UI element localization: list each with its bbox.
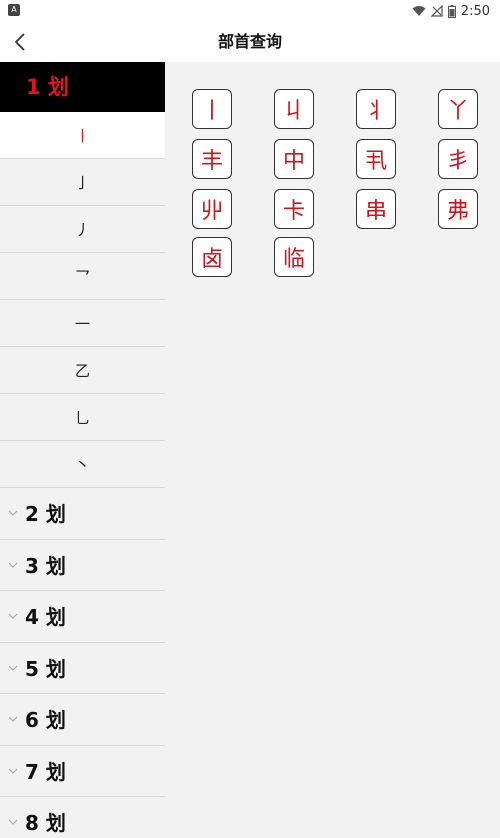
stroke-group-list: 2 划 3 划 4 划 5 划 6 划 7 划 8 划	[0, 488, 165, 838]
signal-icon	[430, 5, 443, 17]
stroke-group-header[interactable]: 2 划	[0, 488, 165, 540]
stroke-group-header[interactable]: 5 划	[0, 642, 165, 694]
stroke-item[interactable]: 一	[0, 300, 165, 347]
chevron-down-icon	[8, 819, 18, 825]
radical-tile[interactable]: 丮	[356, 139, 396, 179]
stroke-item[interactable]: 丨	[0, 112, 165, 159]
radical-tile[interactable]: 丨	[192, 89, 232, 129]
radical-tile[interactable]: 丫	[438, 89, 478, 129]
stroke-group-header[interactable]: 3 划	[0, 539, 165, 591]
status-icons: 2:50	[412, 2, 490, 20]
radical-tile[interactable]: 临	[274, 237, 314, 277]
radical-tile[interactable]: 卡	[274, 189, 314, 229]
stroke-item[interactable]: 乙	[0, 347, 165, 394]
radical-tile[interactable]: 丰	[192, 139, 232, 179]
radical-tile[interactable]: 丱	[192, 189, 232, 229]
stroke-group-label: 8 划	[25, 811, 66, 835]
radical-tile[interactable]: 卤	[192, 237, 232, 277]
radical-tile[interactable]: 弗	[438, 189, 478, 229]
stroke-group-label: 3 划	[25, 553, 66, 578]
notification-icon: A	[8, 4, 20, 16]
stroke-group-label: 6 划	[25, 708, 66, 732]
stroke-group-header-active[interactable]: 1 划	[0, 62, 165, 112]
radical-tile[interactable]: 中	[274, 139, 314, 179]
chevron-down-icon	[8, 768, 18, 774]
radical-tile[interactable]: 丩	[274, 89, 314, 129]
app-header: 部首查询	[0, 22, 500, 62]
battery-icon	[447, 4, 456, 18]
radical-tile[interactable]: 丯	[438, 139, 478, 179]
stroke-group-header[interactable]: 6 划	[0, 694, 165, 746]
chevron-down-icon	[8, 716, 18, 722]
stroke-group-label: 7 划	[25, 759, 66, 784]
stroke-group-label: 4 划	[25, 605, 66, 629]
chevron-down-icon	[8, 562, 18, 568]
chevron-down-icon	[8, 510, 18, 516]
radical-tile[interactable]: 丬	[356, 89, 396, 129]
chevron-down-icon	[8, 613, 18, 619]
clock: 2:50	[460, 3, 490, 19]
status-bar: A 2:50	[0, 0, 500, 22]
wifi-icon	[412, 6, 426, 16]
stroke-item[interactable]: 丶	[0, 441, 165, 488]
stroke-group-header[interactable]: 7 划	[0, 745, 165, 797]
radical-grid: 丨 丩 丬 丫丰 中 丮 丯丱 卡 串 弗卤 临	[165, 62, 500, 838]
stroke-group-header[interactable]: 4 划	[0, 591, 165, 643]
stroke-group-label: 5 划	[25, 656, 66, 681]
page-title: 部首查询	[217, 32, 282, 51]
chevron-down-icon	[8, 665, 18, 671]
stroke-group-label: 2 划	[25, 502, 66, 526]
stroke-sidebar: 1 划 丨亅丿乛一乙乚丶 2 划 3 划 4 划 5 划 6 划 7 划 8 划	[0, 62, 165, 838]
stroke-group-header[interactable]: 8 划	[0, 797, 165, 838]
radical-tile[interactable]: 串	[356, 189, 396, 229]
stroke-item[interactable]: 亅	[0, 159, 165, 206]
stroke-item[interactable]: 乚	[0, 394, 165, 441]
stroke-item[interactable]: 丿	[0, 206, 165, 253]
stroke-item-list: 丨亅丿乛一乙乚丶	[0, 112, 165, 488]
stroke-item[interactable]: 乛	[0, 253, 165, 300]
